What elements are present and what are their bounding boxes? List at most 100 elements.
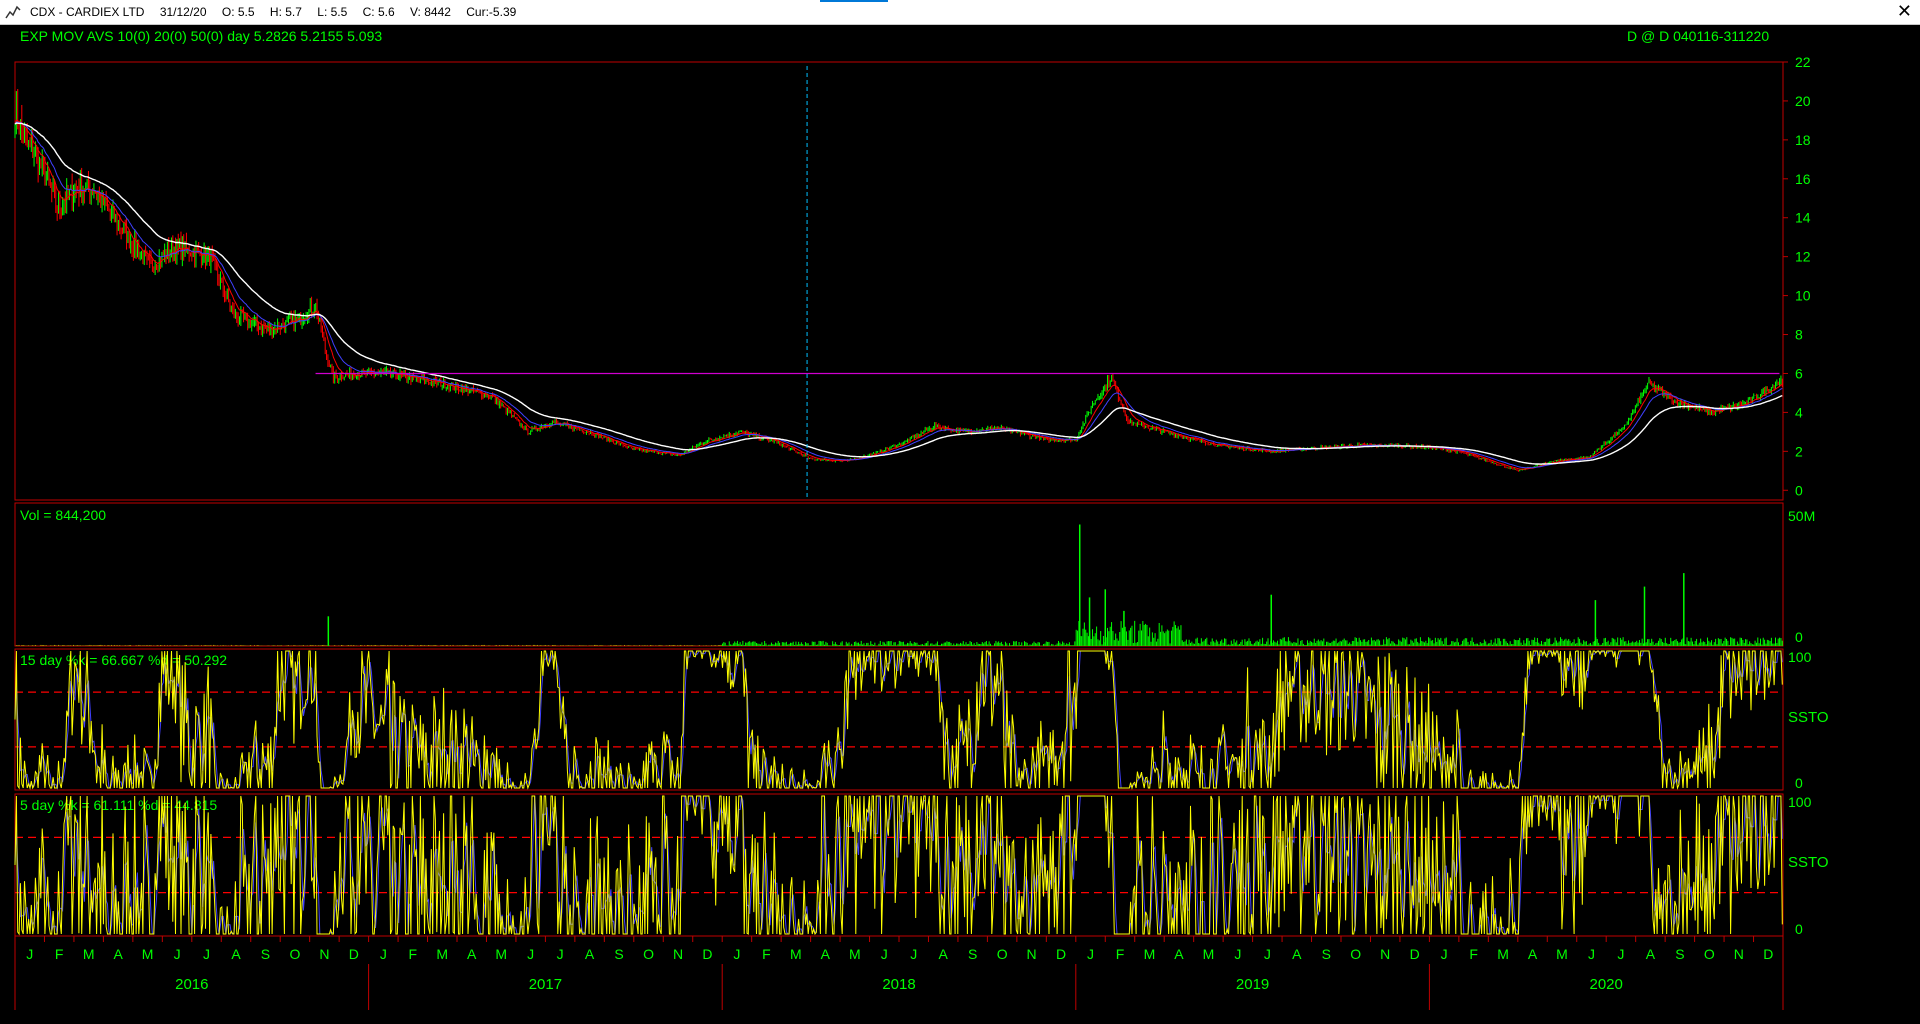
x-month-label: J <box>1617 946 1624 962</box>
x-month-label: J <box>910 946 917 962</box>
x-month-label: J <box>1264 946 1271 962</box>
price-y-tick-label: 12 <box>1795 249 1811 265</box>
stoch5-d-line <box>14 794 1783 936</box>
ema20-line <box>14 121 1783 469</box>
title-cursor: Cur:-5.39 <box>466 5 517 19</box>
x-month-label: A <box>585 946 595 962</box>
stoch15-k-line <box>14 649 1783 790</box>
title-volume: V: 8442 <box>410 5 451 19</box>
x-month-label: J <box>1588 946 1595 962</box>
x-year-label: 2020 <box>1590 976 1623 993</box>
title-date: 31/12/20 <box>159 5 207 19</box>
x-month-label: M <box>1144 946 1156 962</box>
x-month-label: J <box>527 946 534 962</box>
x-month-label: A <box>1174 946 1184 962</box>
x-month-label: J <box>380 946 387 962</box>
x-month-label: S <box>968 946 977 962</box>
price-y-tick-label: 8 <box>1795 327 1803 343</box>
price-y-tick-label: 4 <box>1795 404 1803 420</box>
x-month-label: M <box>495 946 507 962</box>
chart-area[interactable]: 0 2 4 6 8 10 12 14 16 18 20 22 50M 0 100 0 100 0 J F M A M J J A S… <box>0 25 1920 1024</box>
x-month-label: A <box>821 946 831 962</box>
x-month-label: A <box>939 946 949 962</box>
x-month-label: M <box>1497 946 1509 962</box>
x-month-label: N <box>1734 946 1744 962</box>
x-month-label: F <box>762 946 771 962</box>
x-month-label: J <box>733 946 740 962</box>
x-month-label: N <box>319 946 329 962</box>
x-month-label: F <box>55 946 64 962</box>
x-month-label: M <box>1203 946 1215 962</box>
close-icon[interactable]: ✕ <box>1897 1 1912 22</box>
price-y-tick-label: 6 <box>1795 365 1803 381</box>
x-month-label: D <box>702 946 712 962</box>
x-year-label: 2018 <box>882 976 915 993</box>
x-month-label: D <box>1056 946 1066 962</box>
price-y-tick-label: 22 <box>1795 54 1811 70</box>
x-month-label: J <box>26 946 33 962</box>
x-month-label: S <box>1675 946 1684 962</box>
ema10-line <box>14 119 1783 470</box>
x-month-label: J <box>203 946 210 962</box>
x-month-label: N <box>1027 946 1037 962</box>
x-month-label: D <box>1763 946 1773 962</box>
x-month-label: A <box>113 946 123 962</box>
window-title: CDX - CARDIEX LTD 31/12/20 O: 5.5 H: 5.7… <box>30 5 528 19</box>
x-month-label: O <box>643 946 654 962</box>
stoch5-y-tick-label: 0 <box>1795 921 1803 937</box>
stoch5-y-tick-label: 100 <box>1788 794 1812 810</box>
x-month-label: A <box>231 946 241 962</box>
x-year-label: 2019 <box>1236 976 1269 993</box>
x-month-label: M <box>83 946 95 962</box>
x-year-label: 2017 <box>529 976 562 993</box>
x-month-label: M <box>849 946 861 962</box>
x-month-label: O <box>997 946 1008 962</box>
price-y-tick-label: 14 <box>1795 210 1811 226</box>
price-y-tick-label: 0 <box>1795 482 1803 498</box>
stoch5-k-line <box>14 795 1783 936</box>
window-titlebar: CDX - CARDIEX LTD 31/12/20 O: 5.5 H: 5.7… <box>0 0 1920 25</box>
x-month-label: D <box>349 946 359 962</box>
x-month-label: F <box>409 946 418 962</box>
stoch15-panel-frame <box>14 648 1784 791</box>
x-year-label: 2016 <box>175 976 208 993</box>
x-month-label: J <box>1087 946 1094 962</box>
x-month-label: A <box>467 946 477 962</box>
x-month-label: M <box>436 946 448 962</box>
x-month-label: D <box>1410 946 1420 962</box>
x-month-label: A <box>1292 946 1302 962</box>
price-panel-frame <box>14 61 1784 501</box>
ema50-line <box>14 122 1783 465</box>
x-month-label: O <box>289 946 300 962</box>
price-y-tick-label: 18 <box>1795 132 1811 148</box>
title-high: H: 5.7 <box>269 5 302 19</box>
chart-app-icon <box>5 4 21 20</box>
x-month-label: F <box>1469 946 1478 962</box>
x-month-label: A <box>1528 946 1538 962</box>
x-month-label: J <box>1441 946 1448 962</box>
active-tab-accent <box>820 0 888 2</box>
title-close: C: 5.6 <box>362 5 395 19</box>
x-month-label: F <box>1116 946 1125 962</box>
x-month-label: M <box>142 946 154 962</box>
title-open: O: 5.5 <box>221 5 255 19</box>
stoch15-y-tick-label: 0 <box>1795 775 1803 791</box>
x-month-label: S <box>261 946 270 962</box>
x-month-label: S <box>614 946 623 962</box>
x-month-label: J <box>174 946 181 962</box>
x-month-label: N <box>673 946 683 962</box>
price-y-tick-label: 16 <box>1795 171 1811 187</box>
stoch15-d-line <box>14 649 1783 790</box>
x-month-label: J <box>557 946 564 962</box>
x-month-label: O <box>1704 946 1715 962</box>
x-month-label: J <box>1234 946 1241 962</box>
x-month-label: M <box>1556 946 1568 962</box>
title-symbol: CDX - CARDIEX LTD <box>30 5 145 19</box>
x-month-label: S <box>1322 946 1331 962</box>
x-month-label: A <box>1646 946 1656 962</box>
price-y-tick-label: 2 <box>1795 443 1803 459</box>
title-low: L: 5.5 <box>317 5 348 19</box>
x-month-label: O <box>1350 946 1361 962</box>
volume-y-tick-label: 0 <box>1795 629 1803 645</box>
price-y-tick-label: 20 <box>1795 93 1811 109</box>
